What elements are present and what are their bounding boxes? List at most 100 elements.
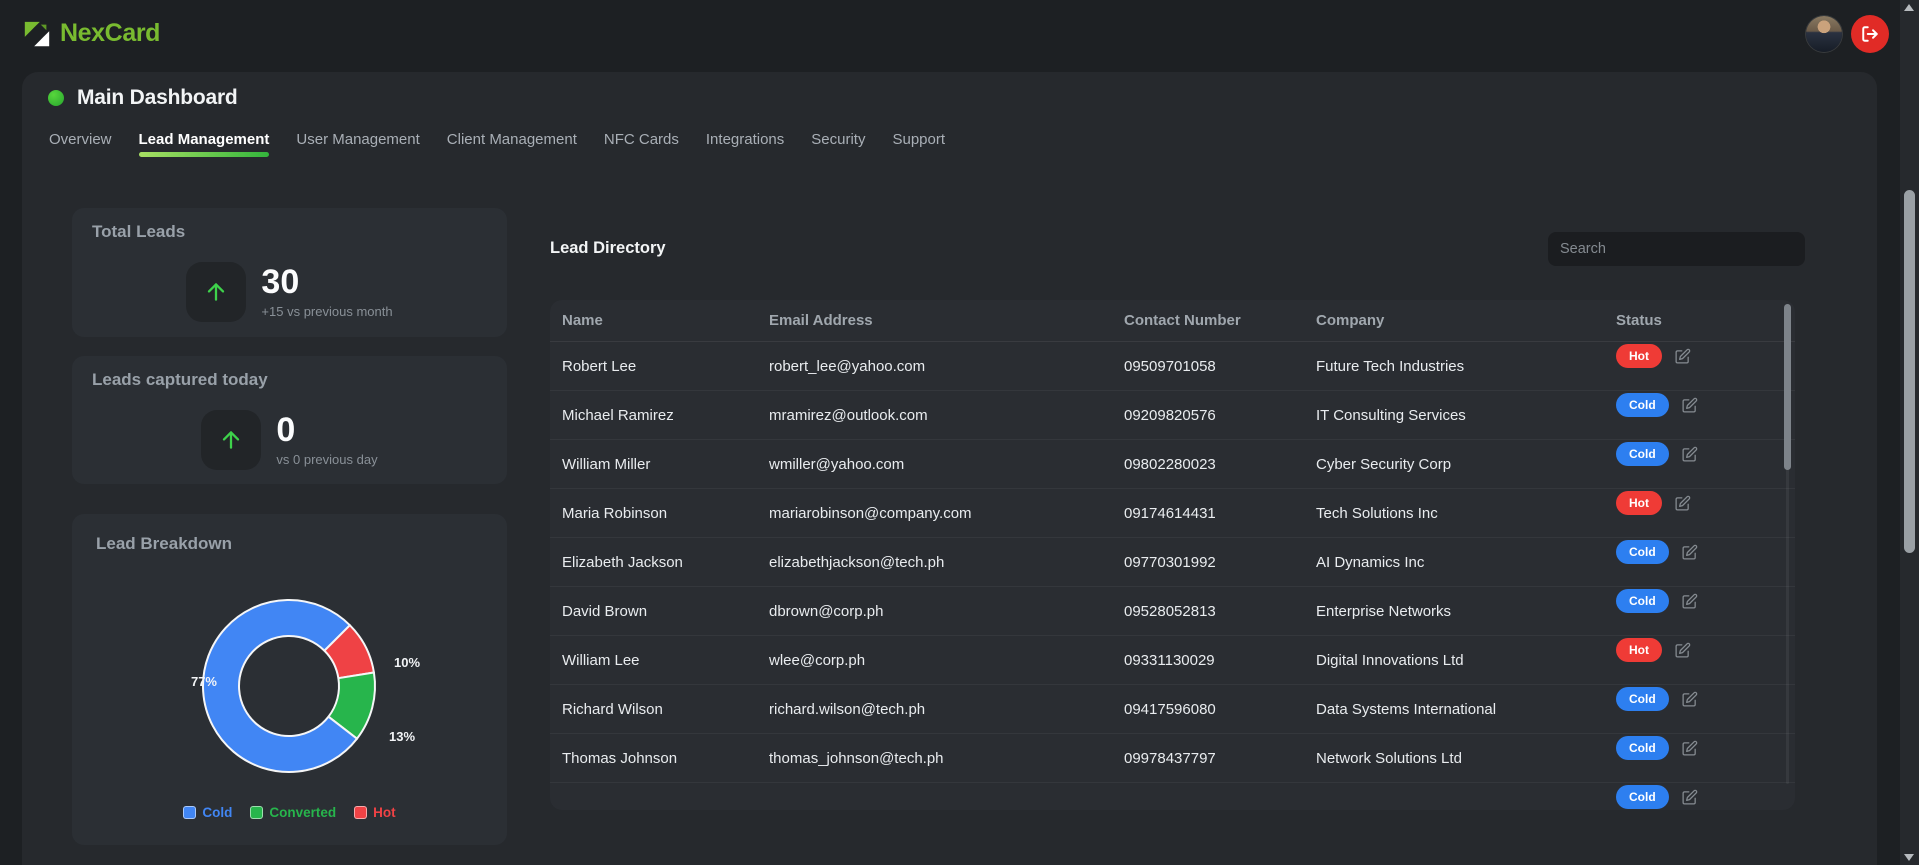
stat-value: 0 <box>276 413 377 449</box>
page-scrollbar-thumb[interactable] <box>1904 190 1915 553</box>
dashboard-header: Main Dashboard <box>48 86 238 110</box>
edit-button[interactable] <box>1674 348 1691 365</box>
cell-contact: 09802280023 <box>1124 456 1316 473</box>
edit-button[interactable] <box>1681 544 1698 561</box>
edit-button[interactable] <box>1674 495 1691 512</box>
cell-name: Maria Robinson <box>562 505 769 522</box>
stat-icon-tile <box>186 262 246 322</box>
edit-button[interactable] <box>1681 446 1698 463</box>
edit-pencil-icon <box>1674 495 1691 512</box>
tab-user-management[interactable]: User Management <box>296 130 419 157</box>
cell-contact: 09331130029 <box>1124 652 1316 669</box>
cell-status: Cold <box>1616 540 1783 564</box>
edit-pencil-icon <box>1681 593 1698 610</box>
column-header-status: Status <box>1616 312 1783 329</box>
edit-button[interactable] <box>1674 642 1691 659</box>
stat-card-total-leads: Total Leads30+15 vs previous month <box>72 208 507 337</box>
scroll-down-arrow-icon[interactable] <box>1904 854 1914 861</box>
edit-pencil-icon <box>1681 691 1698 708</box>
cell-status: Hot <box>1616 491 1783 515</box>
cell-company: IT Consulting Services <box>1316 407 1616 424</box>
tab-support[interactable]: Support <box>892 130 945 157</box>
table-scrollbar-thumb[interactable] <box>1784 304 1791 470</box>
legend-item-cold: Cold <box>183 805 232 820</box>
status-badge[interactable]: Hot <box>1616 491 1662 515</box>
legend-label: Hot <box>373 805 396 820</box>
edit-pencil-icon <box>1681 789 1698 806</box>
table-row: Elizabeth Jacksonelizabethjackson@tech.p… <box>550 538 1795 587</box>
edit-button[interactable] <box>1681 740 1698 757</box>
status-badge[interactable]: Cold <box>1616 687 1669 711</box>
brand-logo[interactable]: NexCard <box>22 19 160 49</box>
status-badge[interactable]: Cold <box>1616 393 1669 417</box>
column-header-contact-number: Contact Number <box>1124 312 1316 329</box>
status-badge[interactable]: Cold <box>1616 442 1669 466</box>
tab-label: Support <box>892 131 945 148</box>
table-row: Maria Robinsonmariarobinson@company.com0… <box>550 489 1795 538</box>
lead-table: NameEmail AddressContact NumberCompanySt… <box>550 300 1795 810</box>
tab-security[interactable]: Security <box>811 130 865 157</box>
search-input[interactable] <box>1548 232 1805 266</box>
page-title: Main Dashboard <box>77 86 238 110</box>
tab-label: NFC Cards <box>604 131 679 148</box>
tab-integrations[interactable]: Integrations <box>706 130 784 157</box>
edit-button[interactable] <box>1681 593 1698 610</box>
column-header-company: Company <box>1316 312 1616 329</box>
edit-button[interactable] <box>1681 789 1698 806</box>
chart-legend: Cold Converted Hot <box>72 805 507 820</box>
cell-company: Enterprise Networks <box>1316 603 1616 620</box>
cell-contact: 09417596080 <box>1124 701 1316 718</box>
cell-email: richard.wilson@tech.ph <box>769 701 1124 718</box>
scroll-up-arrow-icon[interactable] <box>1904 4 1914 11</box>
user-avatar[interactable] <box>1806 16 1842 52</box>
cell-name: Thomas Johnson <box>562 750 769 767</box>
stat-delta: +15 vs previous month <box>261 304 392 319</box>
status-badge[interactable]: Hot <box>1616 344 1662 368</box>
tab-label: Security <box>811 131 865 148</box>
tab-client-management[interactable]: Client Management <box>447 130 577 157</box>
edit-button[interactable] <box>1681 397 1698 414</box>
stats-column: Total Leads30+15 vs previous monthLeads … <box>72 208 507 845</box>
cell-name: William Miller <box>562 456 769 473</box>
tab-lead-management[interactable]: Lead Management <box>139 130 270 157</box>
edit-button[interactable] <box>1681 691 1698 708</box>
cell-name: Michael Ramirez <box>562 407 769 424</box>
cell-status: Hot <box>1616 638 1783 662</box>
status-badge[interactable]: Cold <box>1616 736 1669 760</box>
donut-label-hot: 10% <box>394 655 420 670</box>
stat-card-content: 0vs 0 previous day <box>92 410 487 470</box>
status-badge[interactable]: Cold <box>1616 589 1669 613</box>
cell-contact: 09528052813 <box>1124 603 1316 620</box>
page-scrollbar[interactable] <box>1900 0 1919 865</box>
logout-button[interactable] <box>1851 15 1889 53</box>
edit-pencil-icon <box>1674 642 1691 659</box>
table-row: Thomas Johnsonthomas_johnson@tech.ph0997… <box>550 734 1795 783</box>
status-badge[interactable]: Hot <box>1616 638 1662 662</box>
cell-status: Cold <box>1616 589 1783 613</box>
cell-status: Cold <box>1616 393 1783 417</box>
legend-item-hot: Hot <box>354 805 396 820</box>
donut-segment-cold[interactable] <box>203 600 357 772</box>
tab-nfc-cards[interactable]: NFC Cards <box>604 130 679 157</box>
nexcard-arrows-icon <box>22 19 52 49</box>
cell-status: Cold <box>1616 442 1783 466</box>
column-header-email-address: Email Address <box>769 312 1124 329</box>
cell-name: Richard Wilson <box>562 701 769 718</box>
cell-contact: 09209820576 <box>1124 407 1316 424</box>
status-badge[interactable]: Cold <box>1616 540 1669 564</box>
cell-name: Elizabeth Jackson <box>562 554 769 571</box>
table-row: Richard Wilsonrichard.wilson@tech.ph0941… <box>550 685 1795 734</box>
legend-item-converted: Converted <box>250 805 336 820</box>
arrow-up-icon <box>203 279 229 305</box>
logout-icon <box>1861 25 1879 43</box>
main-panel: Main Dashboard Overview Lead Management Us… <box>22 72 1877 865</box>
stat-value-block: 30+15 vs previous month <box>261 265 392 320</box>
cell-email: wlee@corp.ph <box>769 652 1124 669</box>
status-badge[interactable]: Cold <box>1616 785 1669 809</box>
cell-company: Cyber Security Corp <box>1316 456 1616 473</box>
tab-label: Overview <box>49 131 112 148</box>
legend-swatch-cold <box>183 806 196 819</box>
tab-overview[interactable]: Overview <box>49 130 112 157</box>
legend-swatch-converted <box>250 806 263 819</box>
cell-name: Robert Lee <box>562 358 769 375</box>
